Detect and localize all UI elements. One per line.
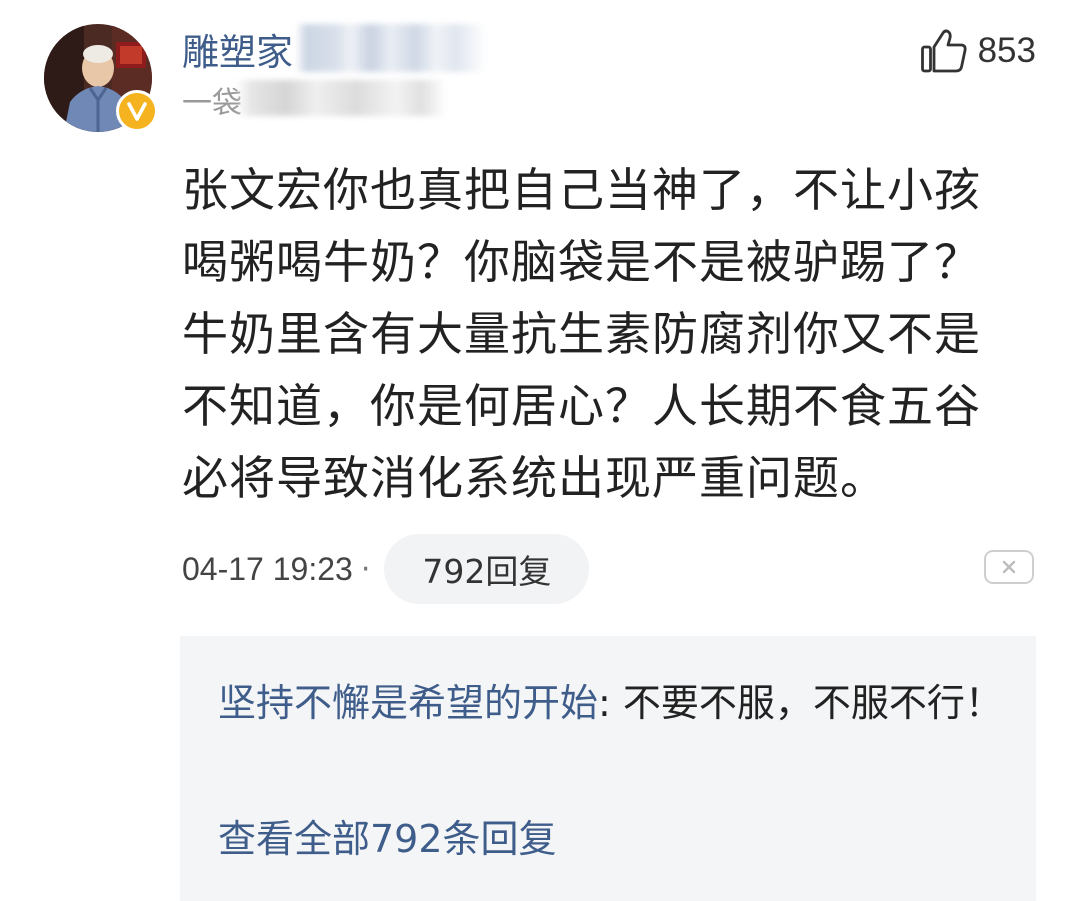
replies-preview: 坚持不懈是希望的开始: 不要不服，不服不行！ 查看全部792条回复 — [180, 636, 1036, 901]
like-button[interactable]: 853 — [920, 28, 1036, 74]
avatar[interactable] — [44, 24, 158, 132]
author-name[interactable]: 雕塑家 — [182, 22, 293, 76]
close-x-icon[interactable] — [984, 550, 1034, 584]
reply-author[interactable]: 坚持不懈是希望的开始 — [218, 681, 598, 725]
view-all-replies-link[interactable]: 查看全部792条回复 — [218, 808, 557, 863]
thumbs-up-icon — [920, 29, 967, 73]
comment-card: 雕塑家 一袋 853 张文宏你也真把自己当神了，不让小孩喝粥喝牛奶？你脑袋是不是… — [0, 0, 1080, 901]
comment-meta: 04-17 19:23 · 792回复 — [182, 534, 590, 604]
reply-text: 不要不服，不服不行！ — [622, 681, 1003, 725]
reply-item: 坚持不懈是希望的开始: 不要不服，不服不行！ — [218, 674, 1008, 732]
like-count: 853 — [977, 31, 1036, 70]
comment-text: 张文宏你也真把自己当神了，不让小孩喝粥喝牛奶？你脑袋是不是被驴踢了？牛奶里含有大… — [182, 163, 981, 505]
reply-separator: : — [598, 681, 623, 725]
reply-button[interactable]: 792回复 — [384, 534, 590, 604]
redacted-name-blur — [296, 24, 486, 72]
separator-dot: · — [360, 551, 371, 587]
timestamp: 04-17 19:23 — [182, 550, 353, 587]
redacted-subtitle-blur — [236, 80, 446, 116]
verified-v-badge-icon — [116, 90, 158, 132]
author-subtitle: 一袋 — [182, 86, 242, 121]
